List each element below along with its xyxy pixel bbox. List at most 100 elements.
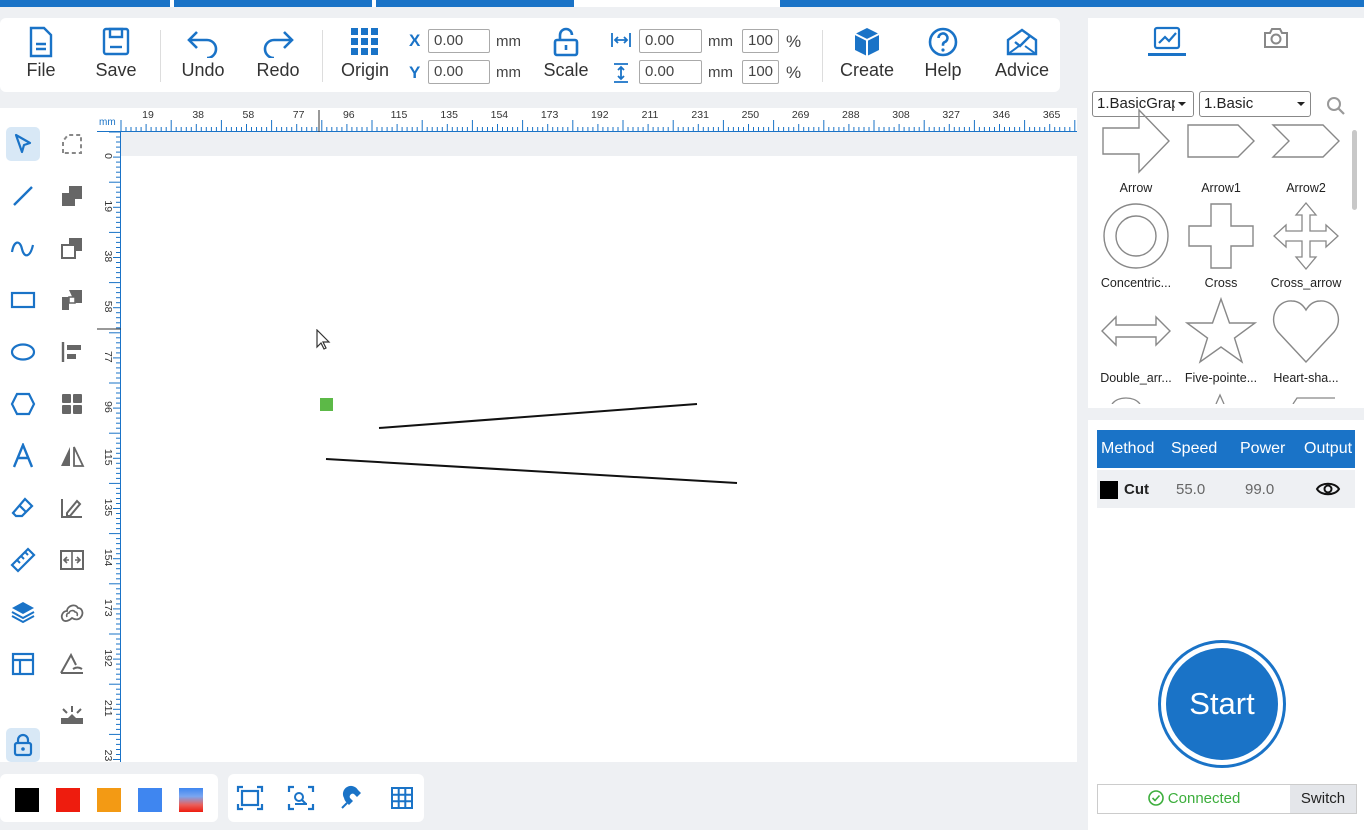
switch-button[interactable]: Switch <box>1290 785 1356 813</box>
polygon-tool[interactable] <box>6 387 40 421</box>
swatch-black[interactable] <box>15 788 39 812</box>
concentric-circle-icon <box>1103 203 1169 269</box>
subtract-tool[interactable] <box>55 231 89 265</box>
layer-row[interactable]: Cut 55.0 99.0 <box>1097 470 1355 508</box>
swatch-gradient[interactable] <box>179 788 203 812</box>
union-tool[interactable] <box>55 179 89 213</box>
lock-tool[interactable] <box>6 728 40 762</box>
switch-label: Switch <box>1300 790 1346 807</box>
select-tool[interactable] <box>6 127 40 161</box>
drawn-line-1[interactable] <box>378 403 698 429</box>
library-scrollbar[interactable] <box>1352 130 1357 210</box>
ruler-label: 19 <box>142 109 154 121</box>
measure-edit-tool[interactable] <box>55 491 89 525</box>
layout-tool[interactable] <box>6 647 40 681</box>
union-icon <box>62 186 82 206</box>
swatch-blue[interactable] <box>138 788 162 812</box>
tab-graphics[interactable] <box>1148 24 1186 56</box>
intersect-tool[interactable] <box>55 283 89 317</box>
layer-color-swatch[interactable] <box>1100 481 1118 499</box>
layer-power: 99.0 <box>1245 481 1275 498</box>
scale-lock-button[interactable]: Scale <box>531 26 601 81</box>
window-tab-2[interactable] <box>174 0 372 7</box>
redo-icon <box>263 31 294 58</box>
width-percent-field[interactable]: 100 <box>742 29 779 53</box>
tab-camera[interactable] <box>1262 26 1292 54</box>
layout-icon <box>11 652 35 676</box>
height-percent-field[interactable]: 100 <box>742 60 779 84</box>
start-button[interactable]: Start <box>1158 640 1286 768</box>
save-button[interactable]: Save <box>81 26 151 81</box>
cross-shape-icon <box>1188 203 1254 269</box>
bend-tool[interactable] <box>55 647 89 681</box>
help-button[interactable]: Help <box>908 26 978 81</box>
double-arrow-shape-icon <box>1101 315 1171 347</box>
drawn-line-2[interactable] <box>325 458 738 484</box>
shape-cross[interactable]: Cross <box>1178 201 1264 290</box>
swatch-orange[interactable] <box>97 788 121 812</box>
width-unit: mm <box>708 33 733 50</box>
shape-concentric[interactable]: Concentric... <box>1093 201 1179 290</box>
x-unit: mm <box>496 33 521 50</box>
laser-tool[interactable] <box>55 699 89 733</box>
align-left-tool[interactable] <box>55 335 89 369</box>
rectangle-icon <box>10 291 36 309</box>
cross-arrow-shape-icon <box>1273 201 1339 271</box>
eraser-tool[interactable] <box>6 491 40 525</box>
grid-icon[interactable] <box>390 786 414 810</box>
redo-button[interactable]: Redo <box>243 26 313 81</box>
column-output: Output <box>1304 440 1353 457</box>
align-left-icon <box>61 342 81 362</box>
connection-status-text: Connected <box>1167 790 1241 807</box>
curve-tool[interactable] <box>6 231 40 265</box>
shape-arrow2[interactable]: Arrow2 <box>1263 106 1349 195</box>
height-field[interactable]: 0.00 <box>639 60 702 84</box>
array-tool[interactable] <box>55 387 89 421</box>
column-method: Method <box>1101 440 1155 457</box>
offset-icon <box>60 604 84 622</box>
height-unit: mm <box>708 64 733 81</box>
ruler-tool[interactable] <box>6 543 40 577</box>
unlock-icon <box>553 27 579 57</box>
ruler-label: 135 <box>102 499 114 517</box>
shape-heart[interactable]: Heart-sha... <box>1263 296 1349 385</box>
mirror-tool[interactable] <box>55 439 89 473</box>
shape-five-pointed-star[interactable]: Five-pointe... <box>1178 296 1264 385</box>
shape-double-arrow[interactable]: Double_arr... <box>1093 296 1179 385</box>
window-tab-1[interactable] <box>0 0 170 7</box>
offset-tool[interactable] <box>55 595 89 629</box>
line-tool[interactable] <box>6 179 40 213</box>
redo-label: Redo <box>256 60 300 80</box>
node-edit-tool[interactable] <box>55 127 89 161</box>
undo-button[interactable]: Undo <box>168 26 238 81</box>
eye-icon[interactable] <box>1315 480 1341 498</box>
window-tab-3[interactable] <box>376 0 574 7</box>
ruler-label: 38 <box>102 251 114 263</box>
fit-page-icon[interactable] <box>236 785 264 811</box>
create-button[interactable]: Create <box>832 26 902 81</box>
shape-arrow1[interactable]: Arrow1 <box>1178 106 1264 195</box>
width-field[interactable]: 0.00 <box>639 29 702 53</box>
text-tool[interactable] <box>6 439 40 473</box>
pen-ruler-icon <box>61 499 82 518</box>
fit-selection-icon[interactable] <box>287 785 315 811</box>
ellipse-tool[interactable] <box>6 335 40 369</box>
y-position-field[interactable]: 0.00 <box>428 60 490 84</box>
distribute-tool[interactable] <box>55 543 89 577</box>
shape-arrow[interactable]: Arrow <box>1093 106 1179 195</box>
origin-button[interactable]: Origin <box>330 26 400 81</box>
x-position-field[interactable]: 0.00 <box>428 29 490 53</box>
view-tool-bar <box>228 774 424 822</box>
advice-button[interactable]: Advice <box>987 26 1057 81</box>
swatch-red[interactable] <box>56 788 80 812</box>
intersect-icon <box>62 290 82 310</box>
window-tab-5[interactable] <box>780 0 1364 7</box>
file-icon <box>29 26 53 58</box>
layers-tool[interactable] <box>6 595 40 629</box>
shape-cross-arrow[interactable]: Cross_arrow <box>1263 201 1349 290</box>
check-circle-icon <box>1147 790 1164 806</box>
file-button[interactable]: File <box>6 26 76 81</box>
rectangle-tool[interactable] <box>6 283 40 317</box>
layer-method: Cut <box>1124 481 1149 498</box>
magnet-icon[interactable] <box>339 785 365 811</box>
